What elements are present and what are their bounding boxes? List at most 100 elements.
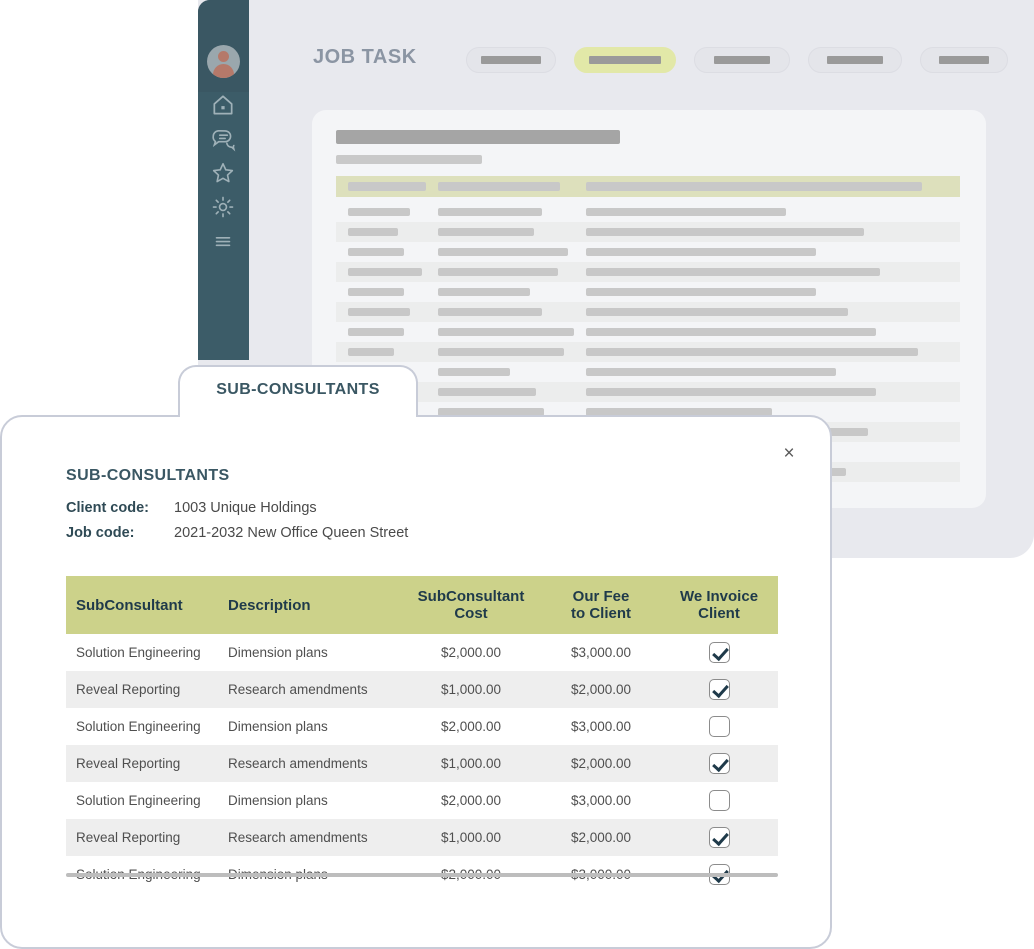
we-invoice-client-checkbox[interactable] bbox=[708, 753, 730, 774]
skeleton-cell bbox=[348, 348, 394, 356]
skeleton-cell bbox=[586, 348, 918, 356]
cell-subconsultant-cost: $1,000.00 bbox=[400, 745, 542, 782]
page-title: JOB TASK bbox=[313, 46, 417, 68]
nav-pill-1[interactable] bbox=[466, 47, 556, 73]
table-header-row: SubConsultant Description SubConsultant Cos… bbox=[66, 576, 778, 634]
skeleton-cell bbox=[586, 248, 816, 256]
cell-our-fee-to-client: $3,000.00 bbox=[570, 645, 632, 660]
star-icon[interactable] bbox=[210, 160, 236, 186]
cell-we-invoice-client bbox=[660, 782, 778, 819]
skeleton-cell bbox=[348, 228, 398, 236]
skeleton-row bbox=[336, 362, 960, 382]
skeleton-cell bbox=[586, 308, 848, 316]
cell-subconsultant: Reveal Reporting bbox=[66, 745, 218, 782]
gear-icon[interactable] bbox=[210, 194, 236, 220]
skeleton-header-cell bbox=[348, 182, 426, 191]
top-bar: JOB TASK bbox=[249, 0, 1034, 100]
cell-subconsultant-cost: $1,000.00 bbox=[400, 671, 542, 708]
table-row: Solution Engineering Dimension plans $2,00… bbox=[66, 782, 778, 819]
skeleton-row bbox=[336, 282, 960, 302]
we-invoice-client-checkbox[interactable] bbox=[708, 827, 730, 848]
skeleton-row bbox=[336, 382, 960, 402]
modal-title: SUB-CONSULTANTS bbox=[66, 467, 230, 484]
cell-we-invoice-client bbox=[660, 819, 778, 856]
table-row: Reveal Reporting Research amendments $1,00… bbox=[66, 745, 778, 782]
skeleton-table-header bbox=[336, 176, 960, 197]
cell-description: Dimension plans bbox=[228, 645, 328, 660]
modal-tab-label: SUB-CONSULTANTS bbox=[216, 381, 380, 398]
table-row: Reveal Reporting Research amendments $1,00… bbox=[66, 819, 778, 856]
cell-subconsultant: Solution Engineering bbox=[76, 645, 201, 660]
job-code-label: Job code: bbox=[66, 525, 135, 541]
table-column-header: SubConsultant bbox=[66, 576, 218, 634]
cell-we-invoice-client bbox=[660, 671, 778, 708]
skeleton-row bbox=[336, 302, 960, 322]
sidebar bbox=[198, 0, 249, 360]
skeleton-cell bbox=[438, 268, 558, 276]
skeleton-row bbox=[336, 322, 960, 342]
skeleton-cell bbox=[438, 248, 568, 256]
skeleton-cell bbox=[438, 328, 574, 336]
sub-consultants-table: SubConsultant Description SubConsultant Cos… bbox=[66, 576, 778, 893]
table-body: Solution Engineering Dimension plans $2,00… bbox=[66, 634, 778, 893]
job-code-row: Job code: 2021-2032 New Office Queen Stre… bbox=[66, 525, 408, 541]
nav-pill-4[interactable] bbox=[808, 47, 902, 73]
cell-subconsultant: Reveal Reporting bbox=[66, 671, 218, 708]
we-invoice-client-checkbox[interactable] bbox=[708, 679, 730, 700]
skeleton-cell bbox=[438, 308, 542, 316]
tab-notch bbox=[180, 413, 416, 421]
skeleton-cell bbox=[438, 288, 530, 296]
cell-our-fee-to-client: $3,000.00 bbox=[570, 793, 632, 808]
cell-subconsultant-cost: $2,000.00 bbox=[440, 645, 502, 660]
client-code-row: Client code: 1003 Unique Holdings bbox=[66, 500, 317, 516]
skeleton-cell bbox=[348, 268, 422, 276]
skeleton-cell bbox=[586, 388, 876, 396]
cell-we-invoice-client bbox=[660, 634, 778, 671]
skeleton-cell bbox=[438, 388, 536, 396]
skeleton-cell bbox=[438, 228, 534, 236]
we-invoice-client-checkbox[interactable] bbox=[708, 790, 730, 811]
skeleton-subtitle bbox=[336, 155, 482, 164]
chat-bubbles-icon[interactable] bbox=[210, 126, 236, 152]
cell-our-fee-to-client: $3,000.00 bbox=[570, 719, 632, 734]
table-row: Solution Engineering Dimension plans $2,00… bbox=[66, 708, 778, 745]
skeleton-cell bbox=[586, 328, 876, 336]
nav-pill-label-placeholder bbox=[589, 56, 661, 64]
nav-pill-3[interactable] bbox=[694, 47, 790, 73]
skeleton-header-cell bbox=[586, 182, 922, 191]
cell-subconsultant-cost: $2,000.00 bbox=[440, 793, 502, 808]
we-invoice-client-checkbox[interactable] bbox=[708, 716, 730, 737]
skeleton-cell bbox=[438, 348, 564, 356]
sub-consultants-modal: × SUB-CONSULTANTS Client code: 1003 Uniqu… bbox=[0, 415, 832, 949]
skeleton-cell bbox=[586, 368, 836, 376]
we-invoice-client-checkbox[interactable] bbox=[708, 642, 730, 663]
hamburger-menu-icon[interactable] bbox=[210, 228, 236, 254]
home-icon[interactable] bbox=[210, 92, 236, 118]
skeleton-cell bbox=[438, 368, 510, 376]
cell-subconsultant-cost: $1,000.00 bbox=[400, 819, 542, 856]
cell-we-invoice-client bbox=[660, 745, 778, 782]
job-code-value: 2021-2032 New Office Queen Street bbox=[174, 525, 409, 541]
nav-pill-2[interactable] bbox=[574, 47, 676, 73]
cell-description: Research amendments bbox=[218, 671, 400, 708]
nav-pill-label-placeholder bbox=[939, 56, 989, 64]
table-column-header: We Invoice Client bbox=[660, 576, 778, 634]
avatar[interactable] bbox=[207, 45, 240, 78]
client-code-label: Client code: bbox=[66, 500, 149, 516]
client-code-value: 1003 Unique Holdings bbox=[174, 500, 317, 516]
table-row: Solution Engineering Dimension plans $2,00… bbox=[66, 634, 778, 671]
skeleton-cell bbox=[586, 268, 880, 276]
skeleton-cell bbox=[586, 288, 816, 296]
skeleton-row bbox=[336, 242, 960, 262]
cell-subconsultant: Solution Engineering bbox=[76, 719, 201, 734]
cell-description: Research amendments bbox=[218, 819, 400, 856]
modal-tab[interactable]: SUB-CONSULTANTS bbox=[178, 365, 418, 417]
cell-subconsultant-cost: $2,000.00 bbox=[440, 719, 502, 734]
skeleton-cell bbox=[586, 208, 786, 216]
nav-pill-label-placeholder bbox=[481, 56, 541, 64]
nav-pill-label-placeholder bbox=[827, 56, 883, 64]
skeleton-cell bbox=[348, 308, 410, 316]
cell-we-invoice-client bbox=[660, 708, 778, 745]
nav-pill-5[interactable] bbox=[920, 47, 1008, 73]
close-icon[interactable]: × bbox=[776, 441, 802, 467]
